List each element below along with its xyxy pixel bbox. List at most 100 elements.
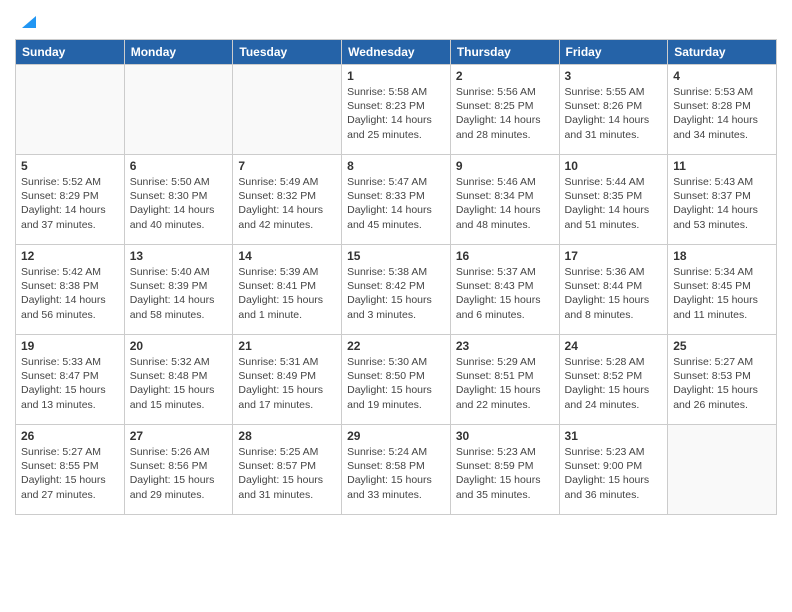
cell-content: Sunrise: 5:56 AMSunset: 8:25 PMDaylight:… bbox=[456, 85, 554, 142]
date-number: 23 bbox=[456, 339, 554, 353]
header bbox=[15, 10, 777, 31]
date-number: 13 bbox=[130, 249, 228, 263]
date-cell: 28 Sunrise: 5:25 AMSunset: 8:57 PMDayligh… bbox=[233, 425, 342, 515]
date-number: 11 bbox=[673, 159, 771, 173]
day-header-saturday: Saturday bbox=[668, 40, 777, 65]
date-cell: 1 Sunrise: 5:58 AMSunset: 8:23 PMDaylight… bbox=[342, 65, 451, 155]
date-number: 25 bbox=[673, 339, 771, 353]
date-number: 26 bbox=[21, 429, 119, 443]
date-cell: 15Sunrise: 5:38 AMSunset: 8:42 PMDayligh… bbox=[342, 245, 451, 335]
day-header-tuesday: Tuesday bbox=[233, 40, 342, 65]
week-row-2: 5Sunrise: 5:52 AMSunset: 8:29 PMDaylight… bbox=[16, 155, 777, 245]
date-number: 30 bbox=[456, 429, 554, 443]
cell-content: Sunrise: 5:23 AMSunset: 9:00 PMDaylight:… bbox=[565, 445, 663, 502]
date-number: 4 bbox=[673, 69, 771, 83]
date-number: 16 bbox=[456, 249, 554, 263]
date-cell: 25 Sunrise: 5:27 AMSunset: 8:53 PMDayligh… bbox=[668, 335, 777, 425]
cell-content: Sunrise: 5:25 AMSunset: 8:57 PMDaylight:… bbox=[238, 445, 336, 502]
date-cell: 9 Sunrise: 5:46 AMSunset: 8:34 PMDaylight… bbox=[450, 155, 559, 245]
cell-content: Sunrise: 5:47 AMSunset: 8:33 PMDaylight:… bbox=[347, 175, 445, 232]
date-cell: 23 Sunrise: 5:29 AMSunset: 8:51 PMDayligh… bbox=[450, 335, 559, 425]
cell-content: Sunrise: 5:49 AMSunset: 8:32 PMDaylight:… bbox=[238, 175, 336, 232]
date-number: 28 bbox=[238, 429, 336, 443]
date-number: 17 bbox=[565, 249, 663, 263]
date-number: 21 bbox=[238, 339, 336, 353]
cell-content: Sunrise: 5:58 AMSunset: 8:23 PMDaylight:… bbox=[347, 85, 445, 142]
date-cell: 19 Sunrise: 5:33 AMSunset: 8:47 PMDayligh… bbox=[16, 335, 125, 425]
week-row-4: 19 Sunrise: 5:33 AMSunset: 8:47 PMDayligh… bbox=[16, 335, 777, 425]
cell-content: Sunrise: 5:34 AMSunset: 8:45 PMDaylight:… bbox=[673, 265, 771, 322]
date-number: 6 bbox=[130, 159, 228, 173]
date-number: 22 bbox=[347, 339, 445, 353]
date-cell: 8 Sunrise: 5:47 AMSunset: 8:33 PMDaylight… bbox=[342, 155, 451, 245]
date-number: 3 bbox=[565, 69, 663, 83]
date-number: 29 bbox=[347, 429, 445, 443]
day-header-monday: Monday bbox=[124, 40, 233, 65]
cell-content: Sunrise: 5:50 AMSunset: 8:30 PMDaylight:… bbox=[130, 175, 228, 232]
day-header-friday: Friday bbox=[559, 40, 668, 65]
date-number: 5 bbox=[21, 159, 119, 173]
cell-content: Sunrise: 5:27 AMSunset: 8:55 PMDaylight:… bbox=[21, 445, 119, 502]
date-cell: 6 Sunrise: 5:50 AMSunset: 8:30 PMDaylight… bbox=[124, 155, 233, 245]
cell-content: Sunrise: 5:27 AMSunset: 8:53 PMDaylight:… bbox=[673, 355, 771, 412]
cell-content: Sunrise: 5:53 AMSunset: 8:28 PMDaylight:… bbox=[673, 85, 771, 142]
date-cell: 21Sunrise: 5:31 AMSunset: 8:49 PMDayligh… bbox=[233, 335, 342, 425]
page-container: SundayMondayTuesdayWednesdayThursdayFrid… bbox=[0, 0, 792, 530]
date-cell: 31 Sunrise: 5:23 AMSunset: 9:00 PMDayligh… bbox=[559, 425, 668, 515]
date-cell: 10 Sunrise: 5:44 AMSunset: 8:35 PMDayligh… bbox=[559, 155, 668, 245]
date-cell: 12 Sunrise: 5:42 AMSunset: 8:38 PMDayligh… bbox=[16, 245, 125, 335]
week-row-3: 12 Sunrise: 5:42 AMSunset: 8:38 PMDayligh… bbox=[16, 245, 777, 335]
date-cell: 7Sunrise: 5:49 AMSunset: 8:32 PMDaylight… bbox=[233, 155, 342, 245]
date-number: 9 bbox=[456, 159, 554, 173]
date-number: 31 bbox=[565, 429, 663, 443]
cell-content: Sunrise: 5:33 AMSunset: 8:47 PMDaylight:… bbox=[21, 355, 119, 412]
date-cell: 20Sunrise: 5:32 AMSunset: 8:48 PMDayligh… bbox=[124, 335, 233, 425]
date-cell: 11 Sunrise: 5:43 AMSunset: 8:37 PMDayligh… bbox=[668, 155, 777, 245]
cell-content: Sunrise: 5:30 AMSunset: 8:50 PMDaylight:… bbox=[347, 355, 445, 412]
cell-content: Sunrise: 5:43 AMSunset: 8:37 PMDaylight:… bbox=[673, 175, 771, 232]
date-number: 1 bbox=[347, 69, 445, 83]
cell-content: Sunrise: 5:55 AMSunset: 8:26 PMDaylight:… bbox=[565, 85, 663, 142]
date-number: 27 bbox=[130, 429, 228, 443]
date-number: 8 bbox=[347, 159, 445, 173]
date-cell bbox=[668, 425, 777, 515]
week-row-1: 1 Sunrise: 5:58 AMSunset: 8:23 PMDaylight… bbox=[16, 65, 777, 155]
date-cell: 22 Sunrise: 5:30 AMSunset: 8:50 PMDayligh… bbox=[342, 335, 451, 425]
date-cell: 24 Sunrise: 5:28 AMSunset: 8:52 PMDayligh… bbox=[559, 335, 668, 425]
date-cell: 3 Sunrise: 5:55 AMSunset: 8:26 PMDaylight… bbox=[559, 65, 668, 155]
date-cell: 18 Sunrise: 5:34 AMSunset: 8:45 PMDayligh… bbox=[668, 245, 777, 335]
logo-icon bbox=[18, 12, 36, 30]
date-cell: 16 Sunrise: 5:37 AMSunset: 8:43 PMDayligh… bbox=[450, 245, 559, 335]
day-headers-row: SundayMondayTuesdayWednesdayThursdayFrid… bbox=[16, 40, 777, 65]
cell-content: Sunrise: 5:40 AMSunset: 8:39 PMDaylight:… bbox=[130, 265, 228, 322]
date-number: 12 bbox=[21, 249, 119, 263]
logo bbox=[15, 10, 36, 31]
date-number: 19 bbox=[21, 339, 119, 353]
date-number: 18 bbox=[673, 249, 771, 263]
date-cell bbox=[16, 65, 125, 155]
day-header-wednesday: Wednesday bbox=[342, 40, 451, 65]
day-header-thursday: Thursday bbox=[450, 40, 559, 65]
date-cell: 13 Sunrise: 5:40 AMSunset: 8:39 PMDayligh… bbox=[124, 245, 233, 335]
date-number: 10 bbox=[565, 159, 663, 173]
date-cell: 2Sunrise: 5:56 AMSunset: 8:25 PMDaylight… bbox=[450, 65, 559, 155]
date-number: 15 bbox=[347, 249, 445, 263]
cell-content: Sunrise: 5:32 AMSunset: 8:48 PMDaylight:… bbox=[130, 355, 228, 412]
cell-content: Sunrise: 5:44 AMSunset: 8:35 PMDaylight:… bbox=[565, 175, 663, 232]
date-cell: 26 Sunrise: 5:27 AMSunset: 8:55 PMDayligh… bbox=[16, 425, 125, 515]
date-cell: 27Sunrise: 5:26 AMSunset: 8:56 PMDayligh… bbox=[124, 425, 233, 515]
cell-content: Sunrise: 5:29 AMSunset: 8:51 PMDaylight:… bbox=[456, 355, 554, 412]
date-number: 14 bbox=[238, 249, 336, 263]
date-cell: 29Sunrise: 5:24 AMSunset: 8:58 PMDayligh… bbox=[342, 425, 451, 515]
date-cell: 17 Sunrise: 5:36 AMSunset: 8:44 PMDayligh… bbox=[559, 245, 668, 335]
date-number: 24 bbox=[565, 339, 663, 353]
cell-content: Sunrise: 5:42 AMSunset: 8:38 PMDaylight:… bbox=[21, 265, 119, 322]
week-row-5: 26 Sunrise: 5:27 AMSunset: 8:55 PMDayligh… bbox=[16, 425, 777, 515]
cell-content: Sunrise: 5:36 AMSunset: 8:44 PMDaylight:… bbox=[565, 265, 663, 322]
date-cell: 30 Sunrise: 5:23 AMSunset: 8:59 PMDayligh… bbox=[450, 425, 559, 515]
cell-content: Sunrise: 5:37 AMSunset: 8:43 PMDaylight:… bbox=[456, 265, 554, 322]
cell-content: Sunrise: 5:23 AMSunset: 8:59 PMDaylight:… bbox=[456, 445, 554, 502]
cell-content: Sunrise: 5:46 AMSunset: 8:34 PMDaylight:… bbox=[456, 175, 554, 232]
date-cell: 5Sunrise: 5:52 AMSunset: 8:29 PMDaylight… bbox=[16, 155, 125, 245]
cell-content: Sunrise: 5:28 AMSunset: 8:52 PMDaylight:… bbox=[565, 355, 663, 412]
